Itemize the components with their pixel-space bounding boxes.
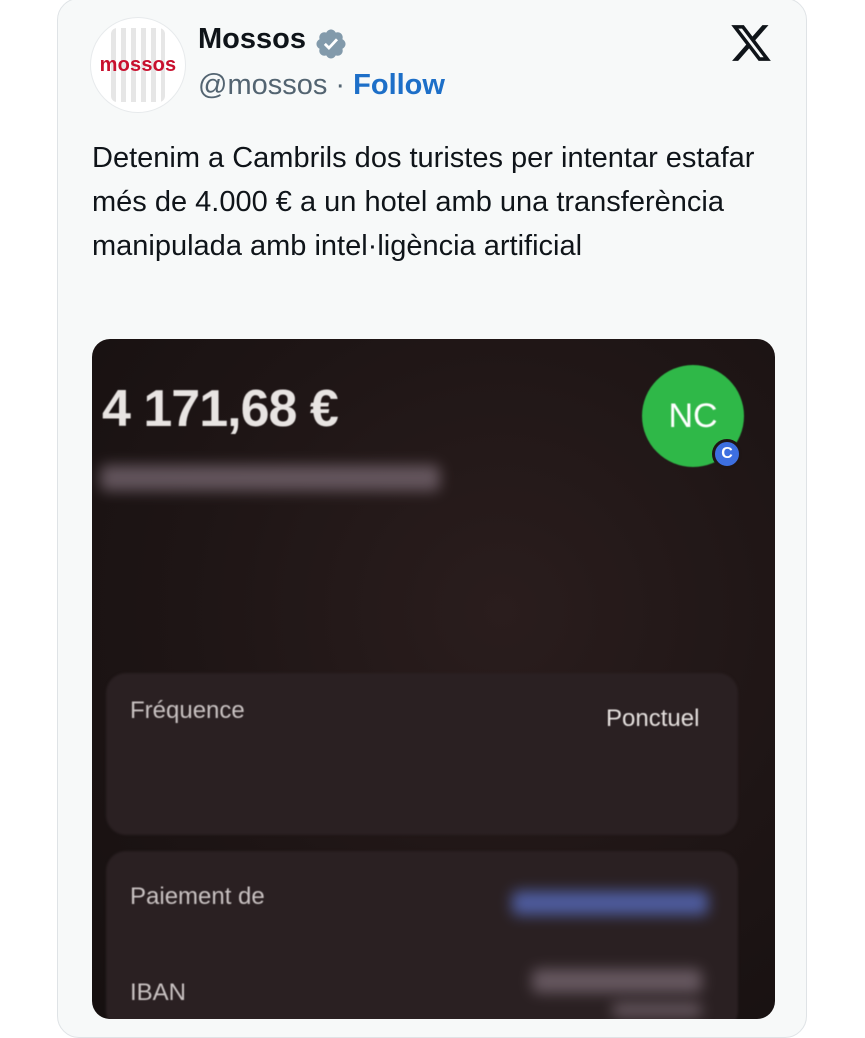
payment-panel [106,851,738,1019]
frequency-value: Ponctuel [606,705,700,732]
payment-label: Paiement de [130,883,265,910]
blurred-iban-value-2 [612,1003,702,1017]
profile-avatar[interactable]: mossos [90,17,186,113]
recipient-badge: C [712,439,742,469]
handle[interactable]: @mossos [198,69,327,101]
verified-badge-icon [316,29,346,59]
frequency-label: Fréquence [130,697,245,724]
handle-line: @mossos · Follow [198,69,445,102]
x-logo-icon[interactable] [728,21,774,65]
avatar-logo-text: mossos [99,54,177,76]
post-text: Detenim a Cambrils dos turistes per inte… [92,142,755,262]
display-name[interactable]: Mossos [198,23,306,56]
separator-dot: · [327,69,354,101]
blurred-payment-account [512,891,708,915]
follow-link[interactable]: Follow [353,69,445,101]
embedded-post-card: mossos Mossos @mossos · Follow Detenim a… [57,0,807,1038]
transfer-amount: 4 171,68 € [102,380,339,438]
blurred-recipient-name [100,465,440,491]
iban-label: IBAN [130,979,187,1006]
attached-photo[interactable]: 4 171,68 € NC C Fréquence Ponctuel Paiem… [92,339,775,1019]
blurred-iban-value [532,969,702,993]
